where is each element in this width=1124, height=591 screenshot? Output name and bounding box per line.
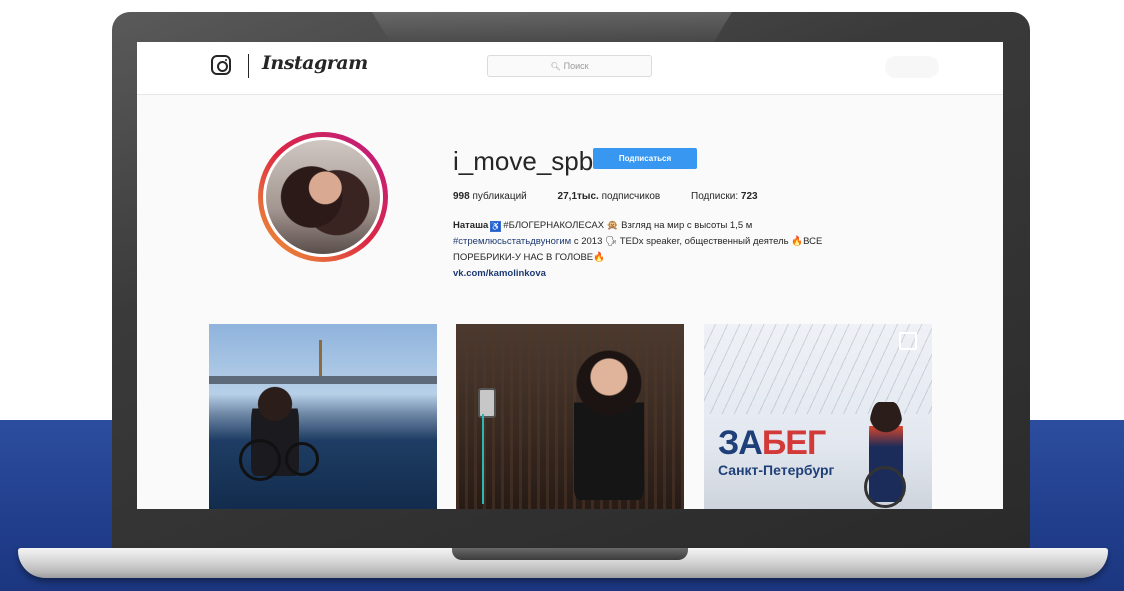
browser-screen: Instagram 🔍︎ Поиск i_move_spb Подписаться… [137,42,1003,509]
instagram-camera-icon[interactable] [211,55,231,75]
following-stat[interactable]: Подписки: 723 [691,191,758,202]
post-thumbnail-1[interactable] [209,324,437,509]
nav-actions-area [885,56,939,78]
logo-divider [248,54,249,78]
followers-stat[interactable]: 27,1тыс. подписчиков [558,191,661,202]
bio-hashtag[interactable]: #стремлюсьстатьдвуногим [453,236,571,247]
wheelchair-wheel [864,466,906,508]
top-navigation-bar: Instagram 🔍︎ Поиск [137,42,1003,95]
posts-count: 998 [453,191,470,202]
laptop-notch [452,548,688,560]
bio-name: Наташа [453,220,489,231]
instagram-wordmark[interactable]: Instagram [262,52,368,74]
profile-stats: 998 публикаций 27,1тыс. подписчиков Подп… [453,191,786,202]
wheelchair-wheel [239,439,281,481]
search-placeholder: Поиск [563,61,589,71]
followers-label: подписчиков [601,191,661,202]
bio-line-1: Наташа ♿ #БЛОГЕРНАКОЛЕСАХ 🙊 Взгляд на мир … [453,218,883,234]
post-thumbnail-3[interactable]: ЗАБЕГ Санкт-Петербург [704,324,932,509]
poster-title-a: ЗА [718,424,763,462]
search-icon: 🔍︎ [550,62,561,71]
woman-selfie [574,350,644,500]
wheelchair-icon: ♿ [490,221,502,232]
far-shore [209,376,437,384]
profile-avatar-ring[interactable] [258,132,388,262]
bio-line-2-text: с 2013 🗣 TEDx speaker, общественный деят… [573,236,823,247]
bio-line-2: #стремлюсьстатьдвуногим с 2013 🗣 TEDx sp… [453,234,883,250]
multiple-photos-icon [899,332,917,350]
followers-count: 27,1тыс. [557,191,599,202]
avatar[interactable] [263,137,383,257]
poster-city: Санкт-Петербург [718,462,835,478]
follow-button[interactable]: Подписаться [593,148,697,169]
posts-stat: 998 публикаций [453,191,527,202]
lid-shine [372,12,732,42]
search-input[interactable]: 🔍︎ Поиск [487,55,652,77]
bio-link[interactable]: vk.com/kamolinkova [453,266,883,282]
headphone-cable [482,414,484,504]
poster-sketch [704,324,932,414]
posts-label: публикаций [472,191,527,202]
profile-username: i_move_spb [453,146,594,176]
following-label: Подписки: [691,191,739,202]
poster-title: ЗАБЕГ [718,424,826,463]
bio-line-1-text: #БЛОГЕРНАКОЛЕСАХ 🙊 Взгляд на мир с высот… [503,220,753,231]
phone [478,388,496,418]
post-thumbnail-2[interactable] [456,324,684,509]
profile-bio: Наташа ♿ #БЛОГЕРНАКОЛЕСАХ 🙊 Взгляд на мир … [453,218,883,282]
following-count: 723 [740,191,758,202]
poster-title-b: БЕГ [761,424,826,462]
wheelchair-wheel [285,442,319,476]
bio-line-3: ПОРЕБРИКИ-У НАС В ГОЛОВЕ🔥 [453,252,605,263]
